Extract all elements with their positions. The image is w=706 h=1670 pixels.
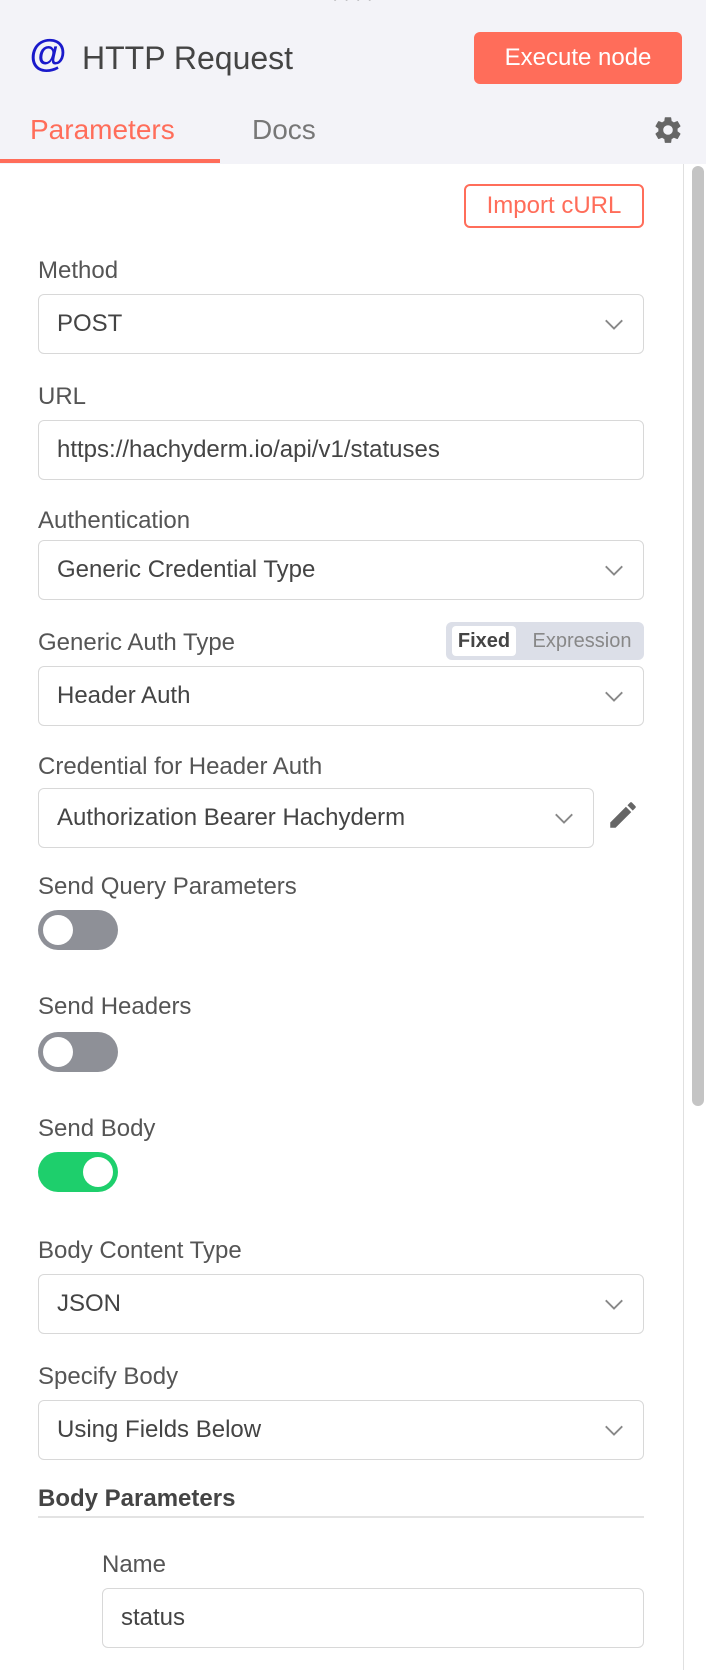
url-input[interactable]: https://hachyderm.io/api/v1/statuses [38,420,644,480]
method-select[interactable]: POST [38,294,644,354]
scrollbar-thumb[interactable] [692,166,704,1106]
authentication-label: Authentication [38,507,191,534]
send-query-label: Send Query Parameters [38,873,297,900]
chevron-down-icon [605,319,623,330]
generic-auth-type-select[interactable]: Header Auth [38,666,644,726]
chevron-down-icon [555,813,573,824]
pencil-icon[interactable] [606,798,640,832]
node-settings-panel: • • • • @ HTTP Request Execute node Para… [0,0,706,1670]
body-content-type-select[interactable]: JSON [38,1274,644,1334]
body-param-name-value: status [121,1604,186,1631]
authentication-select[interactable]: Generic Credential Type [38,540,644,600]
chevron-down-icon [605,565,623,576]
generic-auth-type-value: Header Auth [57,682,191,709]
send-body-label: Send Body [38,1115,156,1142]
expression-mode-button[interactable]: Expression [526,626,638,656]
body-param-name-input[interactable]: status [102,1588,644,1648]
authentication-value: Generic Credential Type [57,556,316,583]
url-label: URL [38,383,87,410]
node-title[interactable]: HTTP Request [82,38,293,78]
active-tab-indicator [0,159,220,163]
chevron-down-icon [605,1299,623,1310]
send-headers-label: Send Headers [38,993,192,1020]
body-parameters-title: Body Parameters [38,1485,236,1512]
toggle-knob [43,1037,73,1067]
credential-select[interactable]: Authorization Bearer Hachyderm [38,788,594,848]
toggle-knob [43,915,73,945]
send-headers-toggle[interactable] [38,1032,118,1072]
import-curl-button[interactable]: Import cURL [464,184,644,228]
body-content-type-value: JSON [57,1290,122,1317]
credential-label: Credential for Header Auth [38,753,323,780]
execute-node-button[interactable]: Execute node [474,32,682,84]
send-query-toggle[interactable] [38,910,118,950]
toggle-knob [83,1157,113,1187]
chevron-down-icon [605,1425,623,1436]
fixed-mode-button[interactable]: Fixed [452,626,516,656]
method-label: Method [38,257,119,284]
specify-body-label: Specify Body [38,1363,179,1390]
chevron-down-icon [605,691,623,702]
at-icon: @ [29,33,67,75]
tab-parameters[interactable]: Parameters [30,112,175,148]
tab-docs[interactable]: Docs [252,112,316,148]
gear-icon[interactable] [652,114,684,146]
generic-auth-type-label: Generic Auth Type [38,629,236,656]
credential-value: Authorization Bearer Hachyderm [57,804,406,831]
body-param-name-label: Name [102,1551,167,1578]
method-value: POST [57,310,123,337]
drag-handle[interactable]: • • • • [333,0,379,5]
url-value: https://hachyderm.io/api/v1/statuses [57,436,440,463]
send-body-toggle[interactable] [38,1152,118,1192]
fixed-expression-toggle: Fixed Expression [446,622,644,660]
specify-body-value: Using Fields Below [57,1416,262,1443]
panel-header: • • • • @ HTTP Request Execute node Para… [0,0,706,164]
section-divider [38,1516,644,1518]
body-content-type-label: Body Content Type [38,1237,242,1264]
specify-body-select[interactable]: Using Fields Below [38,1400,644,1460]
